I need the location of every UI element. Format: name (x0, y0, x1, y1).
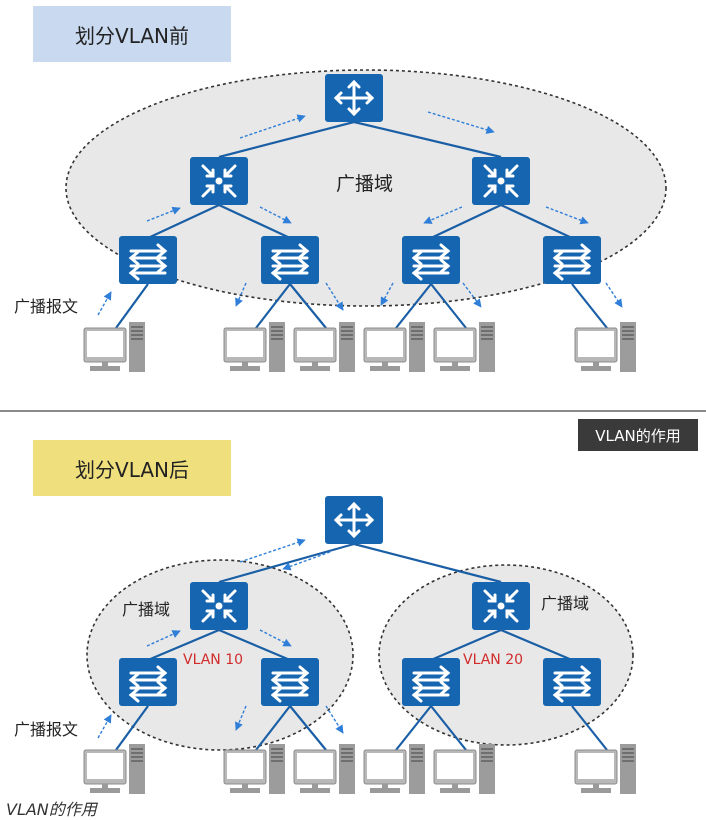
router-icon (323, 72, 385, 124)
pc-icon (363, 321, 426, 373)
pc-icon (223, 743, 286, 795)
core-switch-icon (470, 155, 532, 207)
pc-icon (574, 743, 637, 795)
pc-icon (433, 743, 496, 795)
pc-icon (574, 321, 637, 373)
pc-icon (83, 743, 146, 795)
core-switch-icon (470, 580, 532, 632)
broadcast-domain-label: 广播域 (336, 173, 393, 195)
access-switch-icon (259, 656, 321, 708)
access-switch-icon (541, 656, 603, 708)
pc-icon (293, 743, 356, 795)
core-switch-icon (188, 155, 250, 207)
access-switch-icon (117, 656, 179, 708)
access-switch-icon (541, 234, 603, 286)
router-icon (323, 494, 385, 546)
broadcast-frame-label: 广播报文 (14, 297, 78, 316)
broadcast-domain-label-left: 广播域 (122, 600, 170, 619)
pc-icon (293, 321, 356, 373)
pc-icon (363, 743, 426, 795)
vlan-20-label: VLAN 20 (463, 652, 523, 668)
vlan-10-label: VLAN 10 (183, 652, 243, 668)
vlan-diagram: 广播域 广播报文 广播域 广播域 VLAN 10 VLAN 20 广播报文 (14, 69, 667, 795)
access-switch-icon (400, 656, 462, 708)
core-switch-icon (188, 580, 250, 632)
access-switch-icon (117, 234, 179, 286)
access-switch-icon (400, 234, 462, 286)
access-switch-icon (259, 234, 321, 286)
figure-caption: VLAN的作用 (6, 800, 97, 819)
pc-icon (223, 321, 286, 373)
broadcast-frame-label: 广播报文 (14, 720, 78, 739)
broadcast-domain-label-right: 广播域 (541, 594, 589, 613)
pc-icon (433, 321, 496, 373)
pc-icon (83, 321, 146, 373)
